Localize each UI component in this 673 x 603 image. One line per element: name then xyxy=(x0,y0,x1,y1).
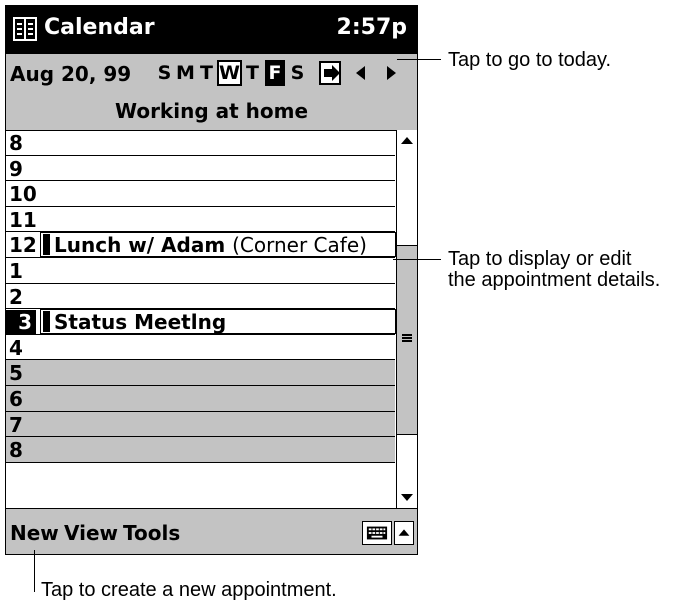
goto-today-icon[interactable] xyxy=(318,60,344,86)
time-slot-2pm[interactable]: 2 xyxy=(6,284,395,310)
hour-label: 5 xyxy=(9,361,23,386)
appointment-subject: Lunch w/ Adam (Corner Cafe) xyxy=(54,234,367,256)
menu-view[interactable]: View xyxy=(64,521,118,545)
date-navigation-bar: Aug 20, 99 S M T W T F S xyxy=(6,54,417,95)
menu-bar: New View Tools xyxy=(6,508,417,554)
time-slot-1pm[interactable]: 1 xyxy=(6,258,395,284)
up-arrow-icon[interactable] xyxy=(394,521,414,545)
callout-details-line2: the appointment details. xyxy=(448,269,661,291)
callout-details-line1: Tap to display or edit xyxy=(448,248,632,270)
hour-label: 7 xyxy=(9,412,23,437)
callout-today: Tap to go to today. xyxy=(448,49,612,71)
time-slot-8pm[interactable]: 8 xyxy=(6,437,395,463)
time-slot-12pm[interactable]: 12 Lunch w/ Adam (Corner Cafe) xyxy=(6,232,396,258)
hour-label: 2 xyxy=(9,284,23,309)
menu-tools[interactable]: Tools xyxy=(123,521,180,545)
app-title: Calendar xyxy=(44,15,155,40)
hour-label: 8 xyxy=(9,131,23,155)
time-slot-10am[interactable]: 10 xyxy=(6,181,395,207)
busy-status-bar xyxy=(43,311,50,333)
time-slot-6pm[interactable]: 6 xyxy=(6,385,395,412)
current-date[interactable]: Aug 20, 99 xyxy=(10,62,131,86)
pocket-pc-screen: Calendar 2:57p Aug 20, 99 S M T W T F S … xyxy=(5,5,418,555)
time-slot-4pm[interactable]: 4 xyxy=(6,335,395,361)
appointment-location: (Corner Cafe) xyxy=(232,233,367,258)
time-slot-11am[interactable]: 11 xyxy=(6,207,395,233)
appointment-status-meeting[interactable]: Status Meetlng xyxy=(40,309,396,334)
grip-icon xyxy=(402,334,412,342)
hour-label: 11 xyxy=(9,207,37,232)
day-tuesday[interactable]: T xyxy=(196,60,217,86)
callout-details: Tap to display or edit the appointment d… xyxy=(448,249,660,291)
hour-label: 4 xyxy=(9,335,23,360)
scroll-down-icon[interactable] xyxy=(397,486,417,508)
scroll-up-icon[interactable] xyxy=(397,130,417,152)
callout-new: Tap to create a new appointment. xyxy=(41,579,337,601)
day-monday[interactable]: M xyxy=(175,60,196,86)
left-arrow-icon[interactable] xyxy=(348,60,374,86)
hour-label: 9 xyxy=(9,156,23,181)
time-slot-9am[interactable]: 9 xyxy=(6,156,395,182)
clock[interactable]: 2:57p xyxy=(337,15,407,40)
callout-line-details xyxy=(393,259,441,260)
day-thursday[interactable]: T xyxy=(242,60,263,86)
hour-label: 1 xyxy=(9,258,23,283)
time-slot-7pm[interactable]: 7 xyxy=(6,411,395,438)
calendar-app-icon[interactable] xyxy=(12,16,38,42)
day-agenda: 8 9 10 11 12 Lunch w/ Adam (Corner Cafe)… xyxy=(6,130,396,463)
hour-label-selected: 3 xyxy=(6,310,36,335)
scroll-thumb[interactable] xyxy=(397,245,417,435)
busy-status-bar xyxy=(43,234,50,256)
time-slot-5pm[interactable]: 5 xyxy=(6,360,395,386)
day-saturday[interactable]: S xyxy=(287,60,308,86)
hour-label: 12 xyxy=(9,233,37,258)
hour-label: 10 xyxy=(9,182,37,207)
day-sunday[interactable]: S xyxy=(154,60,175,86)
hour-label: 8 xyxy=(9,438,23,463)
menu-new[interactable]: New xyxy=(10,521,59,545)
time-slot-8am[interactable]: 8 xyxy=(6,130,395,156)
appointment-title: Lunch w/ Adam xyxy=(54,233,226,258)
keyboard-icon[interactable] xyxy=(362,521,392,545)
day-friday-selected[interactable]: F xyxy=(265,60,285,86)
appointment-title: Status Meetlng xyxy=(54,310,227,335)
all-day-event-banner[interactable]: Working at home xyxy=(6,94,417,131)
callout-line-today xyxy=(397,59,441,60)
appointment-lunch[interactable]: Lunch w/ Adam (Corner Cafe) xyxy=(40,232,396,257)
callout-line-new xyxy=(34,550,35,592)
right-arrow-icon[interactable] xyxy=(378,60,404,86)
title-bar: Calendar 2:57p xyxy=(6,6,417,54)
day-wednesday-today[interactable]: W xyxy=(217,60,242,86)
vertical-scrollbar[interactable] xyxy=(396,130,417,508)
time-slot-3pm[interactable]: 3 Status Meetlng xyxy=(6,309,396,335)
hour-label: 6 xyxy=(9,386,23,411)
week-day-selector: S M T W T F S xyxy=(154,60,308,88)
